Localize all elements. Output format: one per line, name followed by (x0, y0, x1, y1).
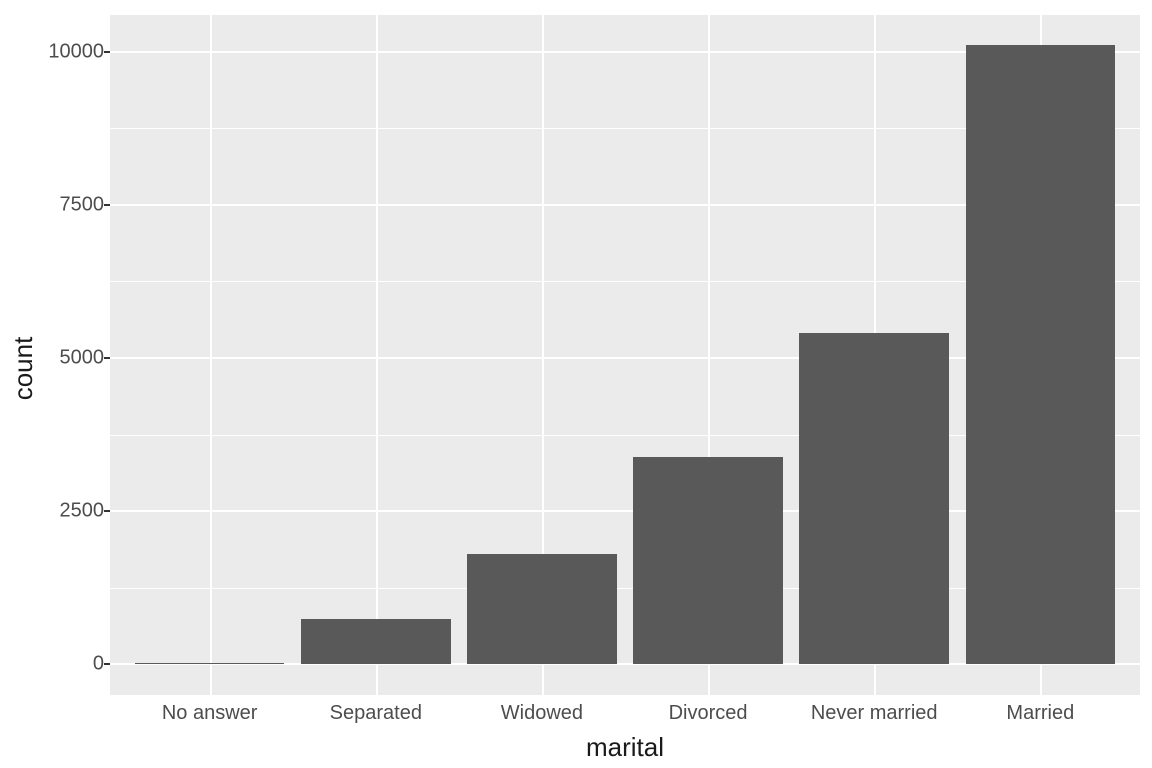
bar-divorced (633, 457, 783, 664)
chart-container: 025005000750010000 No answerSeparatedWid… (0, 0, 1152, 768)
bar-widowed (467, 554, 617, 665)
y-tick (104, 663, 110, 665)
bar-married (966, 45, 1116, 665)
y-tick (104, 51, 110, 53)
y-tick-label: 7500 (14, 193, 104, 216)
bar-never-married (799, 333, 949, 665)
x-tick-label: Widowed (501, 702, 583, 725)
y-tick (104, 510, 110, 512)
x-tick-label: Never married (811, 702, 938, 725)
y-tick (104, 357, 110, 359)
gridline-vertical (376, 15, 378, 695)
x-axis-label: marital (110, 732, 1140, 763)
x-tick-label: Married (1006, 702, 1074, 725)
y-tick-label: 0 (14, 653, 104, 676)
x-tick-label: Divorced (669, 702, 748, 725)
bar-no-answer (135, 663, 285, 664)
bar-separated (301, 619, 451, 665)
y-tick-label: 2500 (14, 500, 104, 523)
y-tick-label: 10000 (14, 40, 104, 63)
gridline-vertical (210, 15, 212, 695)
x-tick-label: No answer (162, 702, 258, 725)
y-tick (104, 204, 110, 206)
y-axis-label: count (8, 305, 39, 369)
x-tick-label: Separated (330, 702, 422, 725)
plot-panel (110, 15, 1140, 695)
